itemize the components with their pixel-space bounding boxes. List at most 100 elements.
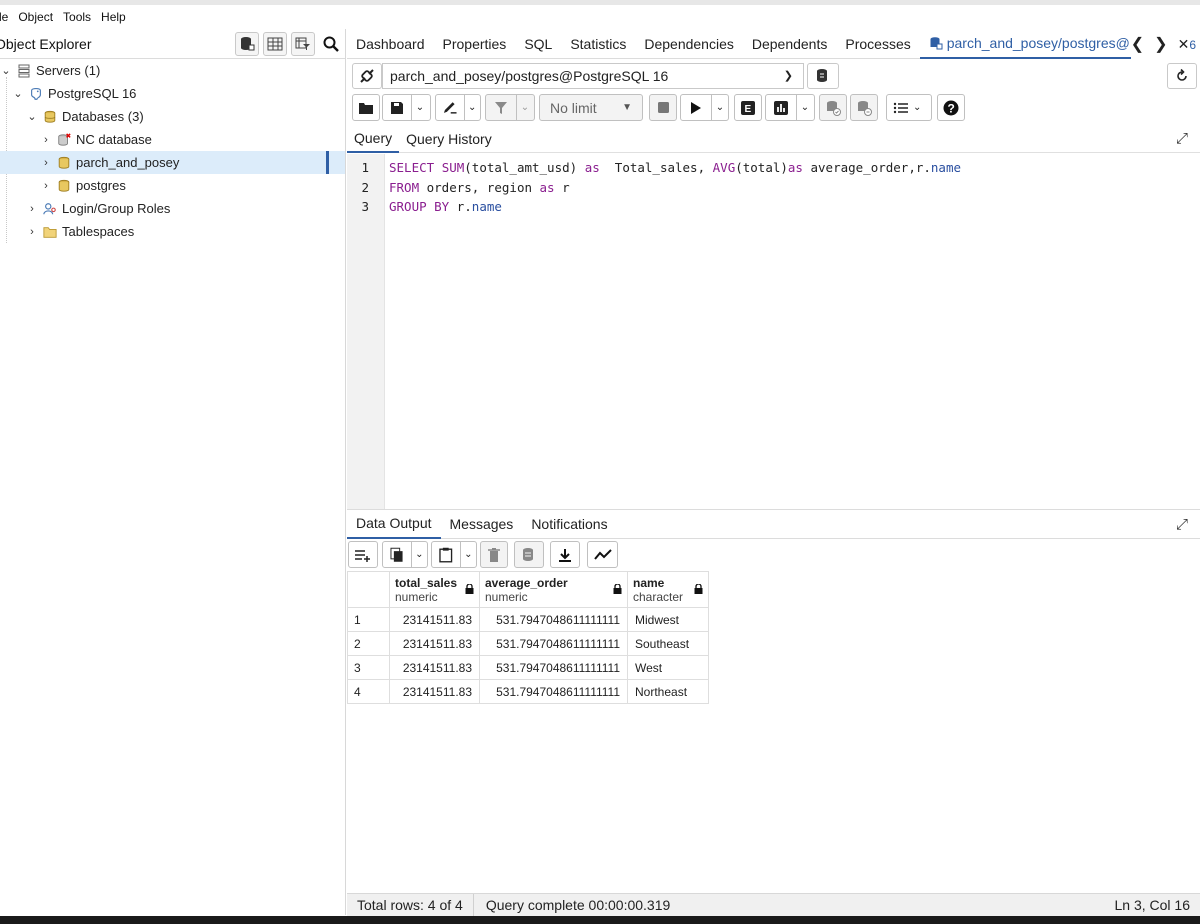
chevron-down-icon[interactable]: ⌄ — [0, 64, 12, 77]
tree-node-tablespaces[interactable]: › Tablespaces — [0, 220, 345, 243]
save-button[interactable]: ⌄ — [382, 94, 431, 121]
chevron-down-icon[interactable]: ⌄ — [463, 94, 481, 121]
sql-editor[interactable]: 1 2 3 SELECT SUM(total_amt_usd) as Total… — [347, 154, 1200, 509]
graph-visualiser-button[interactable] — [587, 541, 618, 568]
chevron-down-icon[interactable]: ⌄ — [796, 94, 813, 121]
cell-total-sales[interactable]: 23141511.83 — [389, 679, 480, 704]
view-data-button[interactable] — [263, 32, 287, 56]
chevron-right-icon[interactable]: › — [40, 134, 52, 146]
tab-notifications[interactable]: Notifications — [522, 509, 616, 539]
tree-node-postgresql[interactable]: ⌄ PostgreSQL 16 — [0, 82, 345, 105]
chevron-down-icon[interactable]: ⌄ — [711, 94, 728, 121]
tab-processes[interactable]: Processes — [836, 29, 919, 59]
execute-button[interactable]: ⌄ — [680, 94, 729, 121]
cell-name[interactable]: Southeast — [627, 631, 709, 656]
chevron-right-icon[interactable]: › — [40, 157, 52, 169]
tab-dashboard[interactable]: Dashboard — [347, 29, 434, 59]
menu-object[interactable]: Object — [13, 10, 58, 24]
help-button[interactable]: ? — [937, 94, 965, 121]
tab-sql[interactable]: SQL — [515, 29, 561, 59]
row-number[interactable]: 1 — [347, 607, 390, 632]
add-row-button[interactable] — [348, 541, 378, 568]
sql-code[interactable]: SELECT SUM(total_amt_usd) as Total_sales… — [389, 158, 961, 217]
menu-help[interactable]: Help — [96, 10, 131, 24]
expand-icon[interactable]: ⤢ — [1176, 130, 1188, 147]
row-number[interactable]: 2 — [347, 631, 390, 656]
tree-node-parch-and-posey[interactable]: › parch_and_posey — [0, 151, 345, 174]
tab-statistics[interactable]: Statistics — [561, 29, 635, 59]
close-tab-icon[interactable]: ✕6 — [1178, 36, 1196, 53]
tab-query[interactable]: Query — [347, 125, 400, 153]
delete-row-button[interactable] — [480, 541, 508, 568]
column-header-average-order[interactable]: average_order numeric — [479, 571, 628, 608]
chevron-down-icon[interactable]: ⌄ — [459, 541, 476, 568]
filter-button[interactable]: ⌄ — [485, 94, 535, 121]
tab-properties[interactable]: Properties — [434, 29, 516, 59]
column-header-total-sales[interactable]: total_sales numeric — [389, 571, 480, 608]
rollback-button[interactable] — [850, 94, 878, 121]
expand-icon[interactable]: ⤢ — [1176, 516, 1188, 533]
cell-average-order[interactable]: 531.7947048611111111 — [479, 607, 628, 632]
tree-node-databases[interactable]: ⌄ Databases (3) — [0, 105, 345, 128]
explain-analyze-button[interactable]: ⌄ — [765, 94, 815, 121]
row-number[interactable]: 3 — [347, 655, 390, 680]
cell-name[interactable]: Midwest — [627, 607, 709, 632]
macros-button[interactable]: ⌄ — [886, 94, 932, 121]
query-tool-button[interactable] — [235, 32, 259, 56]
chevron-right-icon[interactable]: ❯ — [1154, 34, 1167, 54]
tab-messages[interactable]: Messages — [441, 509, 523, 539]
tab-dependencies[interactable]: Dependencies — [635, 29, 743, 59]
chevron-left-icon[interactable]: ❮ — [1131, 34, 1144, 54]
tab-query-tool[interactable]: parch_and_posey/postgres@Pc — [919, 29, 1156, 59]
cell-total-sales[interactable]: 23141511.83 — [389, 607, 480, 632]
connection-select[interactable]: parch_and_posey/postgres@PostgreSQL 16 ❯ — [382, 63, 804, 89]
cell-average-order[interactable]: 531.7947048611111111 — [479, 631, 628, 656]
table-row[interactable]: 4 23141511.83 531.7947048611111111 North… — [347, 679, 709, 704]
tree-node-postgres[interactable]: › postgres — [0, 174, 345, 197]
row-number-header[interactable] — [347, 571, 390, 608]
column-header-name[interactable]: name character — [627, 571, 709, 608]
tab-dependents[interactable]: Dependents — [743, 29, 837, 59]
tree-node-servers[interactable]: ⌄ Servers (1) — [0, 59, 345, 82]
cell-total-sales[interactable]: 23141511.83 — [389, 631, 480, 656]
chevron-right-icon[interactable]: › — [26, 226, 38, 238]
chevron-down-icon[interactable]: ⌄ — [26, 110, 38, 123]
paste-button[interactable]: ⌄ — [431, 541, 477, 568]
open-file-button[interactable] — [352, 94, 380, 121]
search-objects-button[interactable] — [319, 32, 343, 56]
cell-average-order[interactable]: 531.7947048611111111 — [479, 655, 628, 680]
save-data-button[interactable] — [514, 541, 544, 568]
cell-name[interactable]: West — [627, 655, 709, 680]
download-button[interactable] — [550, 541, 580, 568]
table-row[interactable]: 2 23141511.83 531.7947048611111111 South… — [347, 631, 709, 656]
tab-data-output[interactable]: Data Output — [347, 509, 441, 539]
row-number[interactable]: 4 — [347, 679, 390, 704]
chevron-down-icon[interactable]: ⌄ — [516, 94, 533, 121]
cell-average-order[interactable]: 531.7947048611111111 — [479, 679, 628, 704]
explain-button[interactable]: E — [734, 94, 762, 121]
edit-button[interactable]: ⌄ — [435, 94, 481, 121]
cell-total-sales[interactable]: 23141511.83 — [389, 655, 480, 680]
tree-node-login-roles[interactable]: › Login/Group Roles — [0, 197, 345, 220]
copy-button[interactable]: ⌄ — [382, 541, 428, 568]
menu-file[interactable]: le — [0, 10, 13, 24]
chevron-down-icon[interactable]: ⌄ — [12, 87, 24, 100]
new-connection-button[interactable] — [807, 63, 839, 89]
tree-node-nc-database[interactable]: › NC database — [0, 128, 345, 151]
cell-name[interactable]: Northeast — [627, 679, 709, 704]
stop-button[interactable] — [649, 94, 677, 121]
table-row[interactable]: 1 23141511.83 531.7947048611111111 Midwe… — [347, 607, 709, 632]
commit-button[interactable] — [819, 94, 847, 121]
limit-select[interactable]: No limit ▼ — [539, 94, 643, 121]
chevron-right-icon[interactable]: › — [26, 203, 38, 215]
chevron-down-icon[interactable]: ⌄ — [913, 102, 921, 113]
connection-status-button[interactable] — [352, 63, 382, 89]
filtered-rows-button[interactable] — [291, 32, 315, 56]
table-row[interactable]: 3 23141511.83 531.7947048611111111 West — [347, 655, 709, 680]
chevron-down-icon[interactable]: ⌄ — [411, 94, 428, 121]
chevron-right-icon[interactable]: › — [40, 180, 52, 192]
refresh-button[interactable] — [1167, 63, 1197, 89]
chevron-down-icon[interactable]: ⌄ — [410, 541, 427, 568]
tab-query-history[interactable]: Query History — [399, 125, 499, 153]
menu-tools[interactable]: Tools — [58, 10, 96, 24]
